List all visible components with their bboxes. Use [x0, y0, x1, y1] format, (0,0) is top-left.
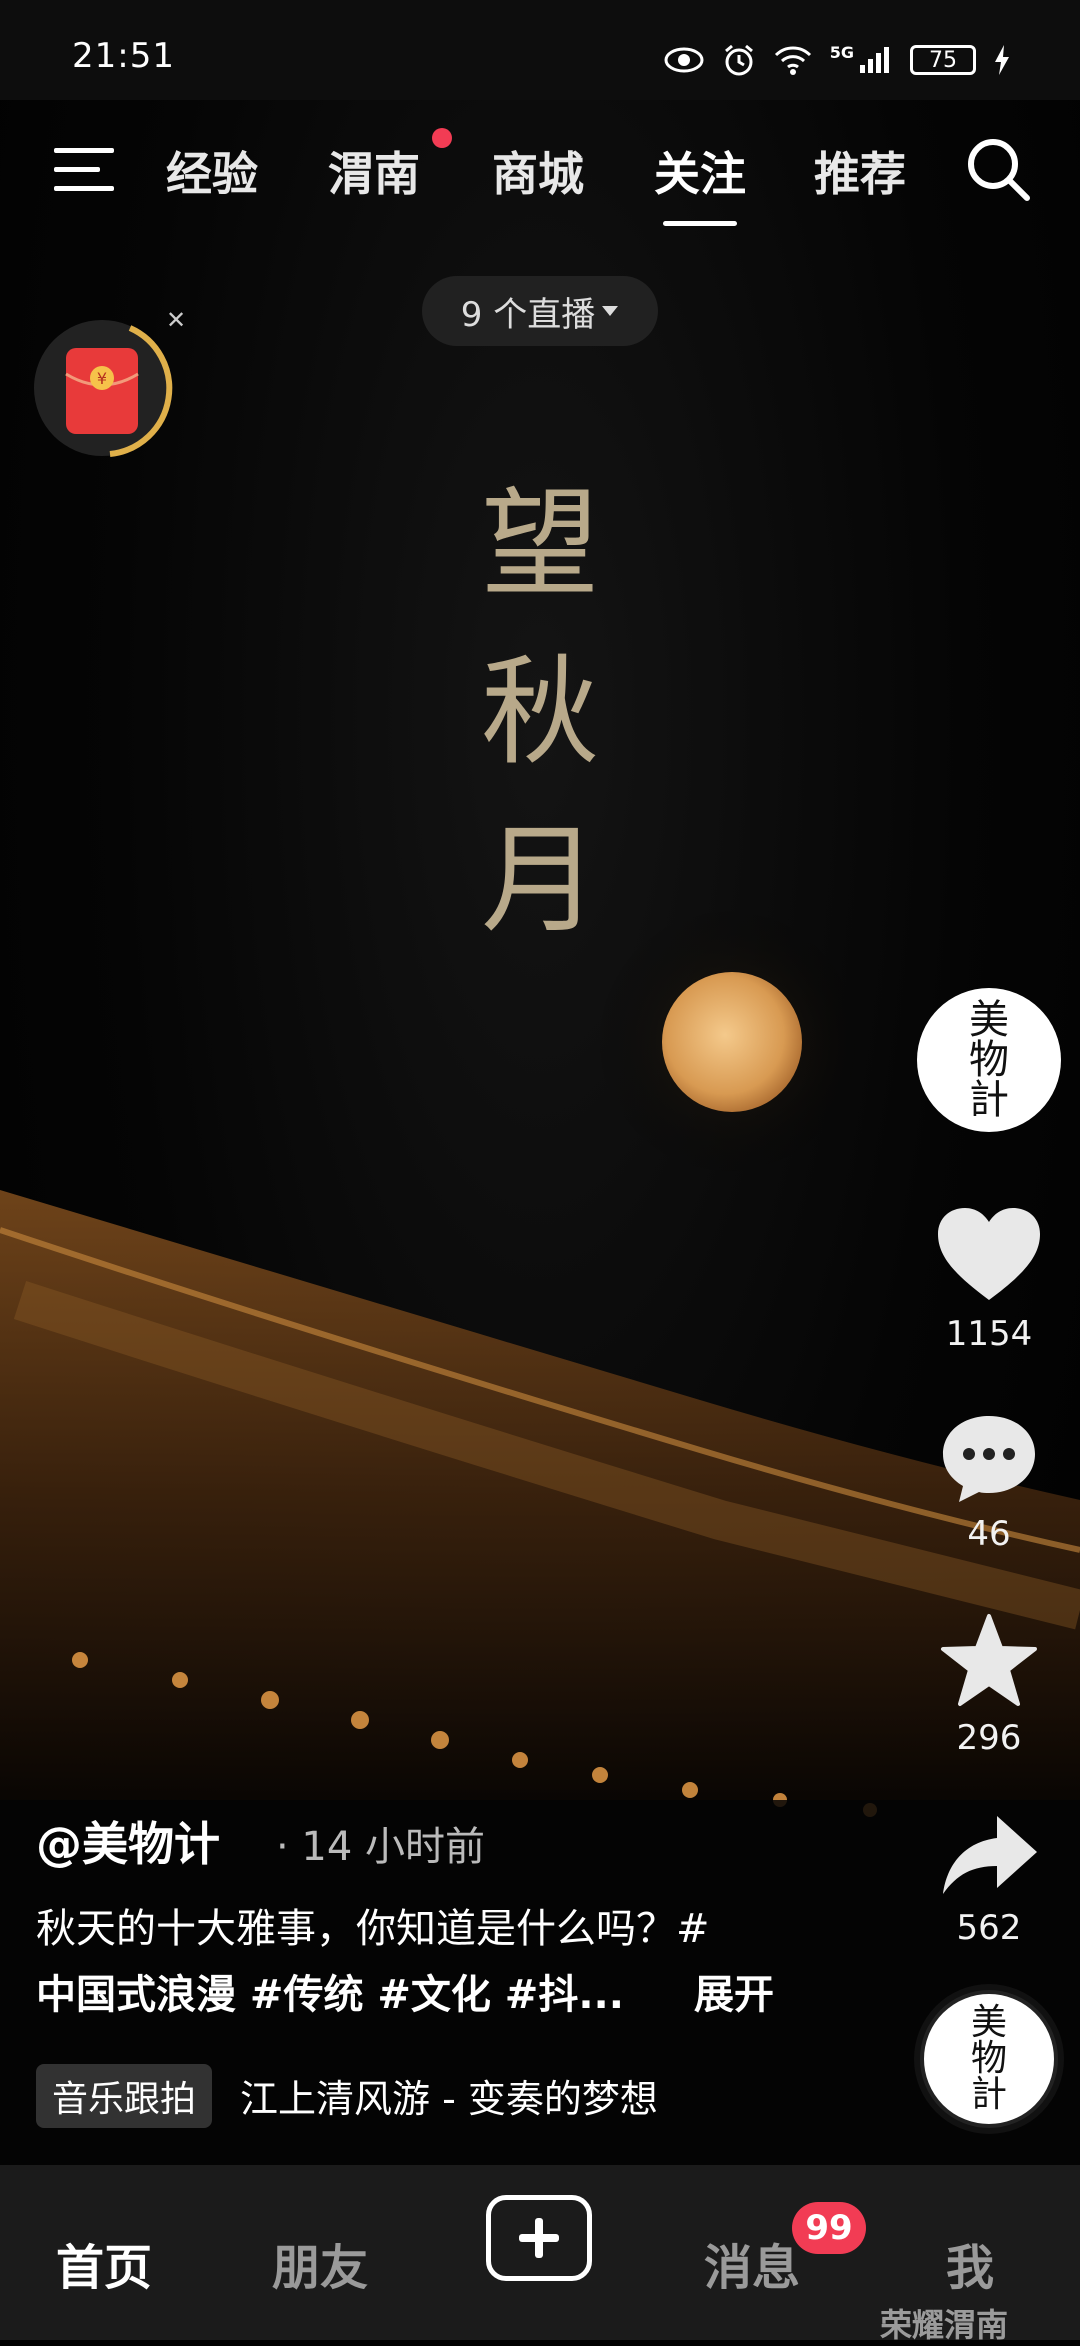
music-disc-text: 美物計: [970, 2002, 1007, 2115]
nav-me[interactable]: 我: [946, 2228, 994, 2298]
description-hashtags[interactable]: 中国式浪漫 #传统 #文化 #抖...: [36, 1962, 624, 2020]
heart-icon: [938, 1208, 1040, 1300]
tab-label: 经验: [166, 147, 258, 201]
share-arrow-icon: [943, 1816, 1037, 1894]
post-time: · 14 小时前: [276, 1824, 486, 1870]
tab-experience[interactable]: 经验: [166, 138, 258, 204]
live-count-label: 9 个直播: [460, 294, 596, 335]
hamburger-icon: [54, 148, 114, 191]
expand-button[interactable]: 展开: [694, 1962, 774, 2020]
tab-label: 渭南: [328, 147, 420, 201]
svg-text:¥: ¥: [97, 369, 107, 388]
music-title[interactable]: 江上清风游 - 变奏的梦想: [240, 2068, 658, 2123]
alarm-icon: [724, 44, 753, 76]
tab-weinan[interactable]: 渭南: [328, 138, 420, 204]
nav-friends[interactable]: 朋友: [272, 2228, 368, 2298]
comment-count: 46: [967, 1514, 1011, 1554]
avatar: 美物計: [917, 988, 1061, 1132]
share-button[interactable]: 562: [914, 1812, 1064, 1948]
close-icon[interactable]: ✕: [166, 306, 186, 334]
menu-button[interactable]: [52, 142, 118, 198]
red-packet-widget[interactable]: ¥: [30, 316, 174, 460]
music-disc-button[interactable]: 美物計: [914, 1990, 1064, 2128]
nav-home[interactable]: 首页: [56, 2228, 152, 2298]
red-packet-icon: ¥: [34, 320, 173, 457]
tab-notification-dot: [432, 128, 452, 148]
live-count-dropdown[interactable]: 9 个直播: [422, 276, 658, 346]
tab-following[interactable]: 关注: [654, 138, 746, 226]
signal-icon: [860, 47, 889, 73]
title-char: 秋: [480, 643, 599, 781]
battery-level: 75: [929, 47, 957, 73]
active-tab-indicator: [663, 221, 737, 226]
caret-down-icon: [602, 306, 619, 316]
comment-button[interactable]: 46: [914, 1412, 1064, 1554]
tab-mall[interactable]: 商城: [492, 138, 584, 204]
moon-image: [662, 972, 802, 1112]
status-time: 21:51: [72, 36, 175, 76]
music-disc: 美物計: [920, 1990, 1058, 2128]
tab-recommend[interactable]: 推荐: [814, 138, 906, 204]
title-char: 月: [480, 811, 599, 949]
create-post-button[interactable]: [486, 2195, 592, 2281]
title-char: 望: [480, 475, 599, 613]
wifi-icon: [774, 46, 811, 75]
status-icons: 5G 75: [664, 38, 1010, 82]
tab-label: 关注: [654, 147, 746, 201]
network-type: 5G: [829, 42, 854, 62]
nav-messages[interactable]: 消息: [704, 2228, 800, 2298]
author-name[interactable]: @美物计: [36, 1808, 220, 1874]
eye-icon: [664, 47, 704, 73]
battery-indicator: 75: [910, 45, 976, 75]
avatar-text: 美物計: [969, 997, 1009, 1123]
music-follow-badge[interactable]: 音乐跟拍: [36, 2064, 213, 2128]
search-button[interactable]: [965, 136, 1033, 204]
messages-badge: 99: [792, 2202, 866, 2254]
plus-icon: [519, 2218, 559, 2258]
favorite-button[interactable]: 296: [914, 1612, 1064, 1758]
charging-icon: [995, 45, 1009, 75]
video-title-calligraphy: 望 秋 月: [440, 460, 640, 964]
watermark-logo: 荣耀渭南: [880, 2306, 1009, 2344]
description-line-1: 秋天的十大雅事，你知道是什么吗？#: [36, 1906, 710, 1952]
author-avatar[interactable]: 美物計: [914, 988, 1064, 1132]
like-count: 1154: [945, 1314, 1033, 1354]
star-icon: [941, 1614, 1037, 1706]
music-badge-label: 音乐跟拍: [52, 2079, 197, 2120]
search-icon: [968, 139, 1030, 201]
tab-label: 商城: [492, 147, 584, 201]
like-button[interactable]: 1154: [914, 1204, 1064, 1354]
share-count: 562: [956, 1908, 1022, 1948]
favorite-count: 296: [956, 1718, 1022, 1758]
comment-icon: [943, 1416, 1035, 1502]
tab-label: 推荐: [814, 147, 906, 201]
